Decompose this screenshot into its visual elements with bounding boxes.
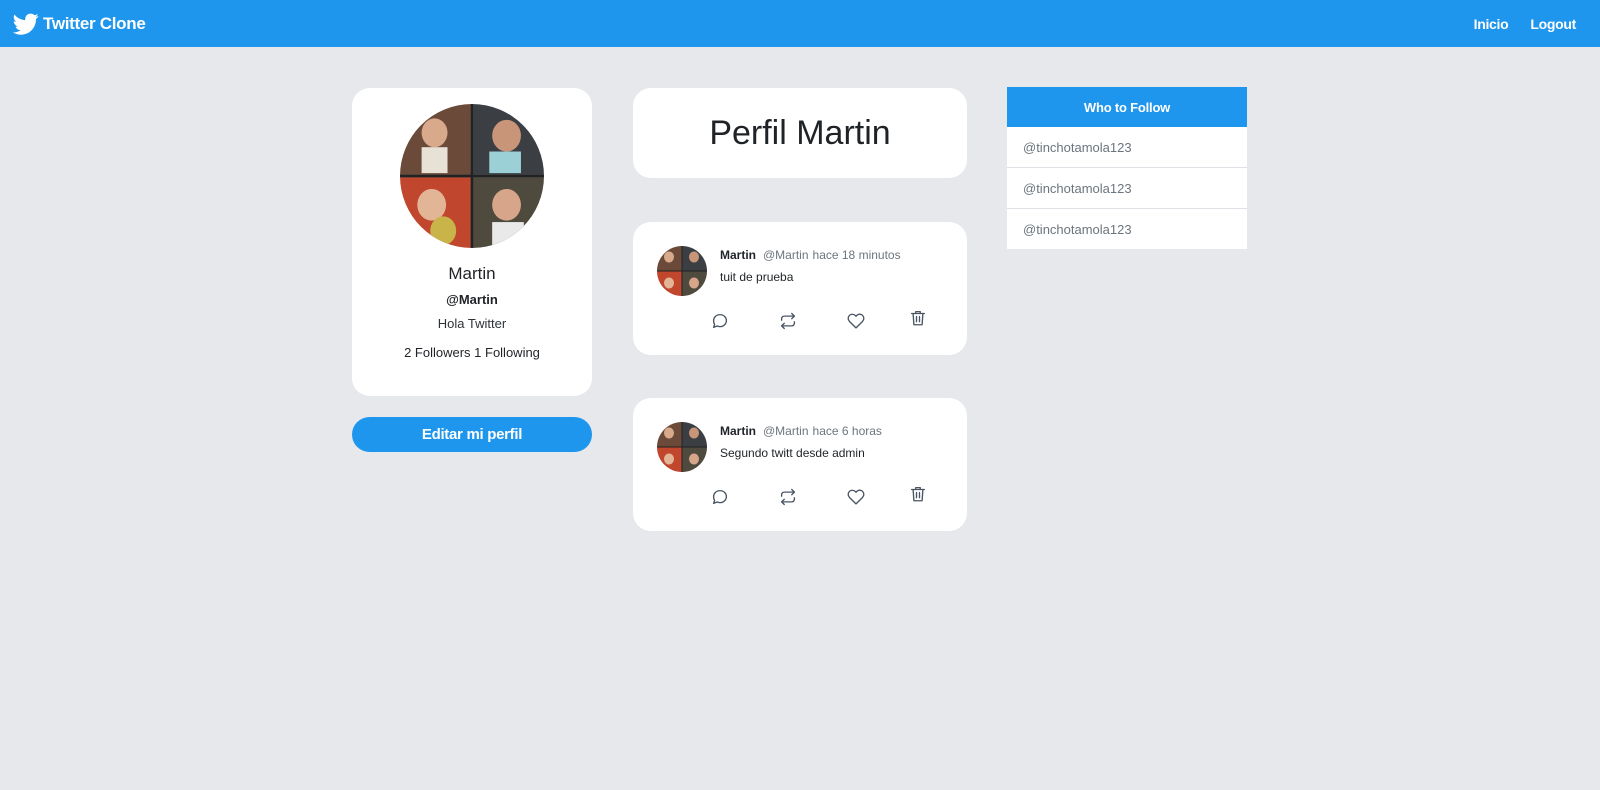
tweet-time: hace 6 horas [812, 424, 882, 438]
follow-suggestion-item[interactable]: @tinchotamola123 [1007, 168, 1247, 209]
tweet-author: Martin [720, 424, 756, 438]
profile-avatar [400, 104, 544, 248]
follow-suggestion-item[interactable]: @tinchotamola123 [1007, 127, 1247, 168]
nav-link-inicio[interactable]: Inicio [1474, 16, 1509, 32]
profile-bio: Hola Twitter [437, 316, 507, 331]
tweet-time: hace 18 minutos [812, 248, 901, 262]
nav-links: Inicio Logout [1474, 16, 1577, 32]
edit-profile-button[interactable]: Editar mi perfil [352, 417, 592, 452]
who-to-follow-card: Who to Follow @tinchotamola123 @tinchota… [1007, 87, 1247, 249]
tweet-card: Martin @Martin hace 18 minutos tuit de p… [633, 222, 967, 355]
nav-link-logout[interactable]: Logout [1530, 16, 1576, 32]
retweet-icon[interactable] [779, 312, 797, 330]
tweet-text: tuit de prueba [720, 270, 794, 284]
twitter-bird-icon [13, 11, 39, 37]
comment-icon[interactable] [711, 488, 729, 506]
brand-title: Twitter Clone [43, 13, 146, 33]
tweet-card: Martin @Martin hace 6 horas Segundo twit… [633, 398, 967, 531]
tweet-actions [711, 309, 941, 330]
profile-card: Martin @Martin Hola Twitter 2 Followers … [352, 88, 592, 396]
who-to-follow-title: Who to Follow [1007, 87, 1247, 127]
trash-icon[interactable] [909, 309, 927, 327]
tweet-text: Segundo twitt desde admin [720, 446, 865, 460]
trash-icon[interactable] [909, 485, 927, 503]
tweet-handle: @Martin [763, 248, 809, 262]
retweet-icon[interactable] [779, 488, 797, 506]
tweet-avatar [657, 422, 707, 472]
heart-icon[interactable] [847, 312, 865, 330]
title-card: Perfil Martin [633, 88, 967, 178]
tweet-header: Martin @Martin hace 6 horas [720, 424, 882, 438]
profile-stats: 2 Followers 1 Following [404, 345, 540, 360]
profile-handle: @Martin [446, 292, 498, 307]
profile-name: Martin [448, 264, 496, 283]
comment-icon[interactable] [711, 312, 729, 330]
navbar: Twitter Clone Inicio Logout [0, 0, 1600, 47]
page-title: Perfil Martin [709, 113, 891, 152]
brand-link[interactable]: Twitter Clone [13, 11, 146, 37]
heart-icon[interactable] [847, 488, 865, 506]
tweet-avatar [657, 246, 707, 296]
tweet-author: Martin [720, 248, 756, 262]
follow-suggestion-item[interactable]: @tinchotamola123 [1007, 209, 1247, 249]
tweet-header: Martin @Martin hace 18 minutos [720, 248, 901, 262]
tweet-handle: @Martin [763, 424, 809, 438]
tweet-actions [711, 485, 941, 506]
